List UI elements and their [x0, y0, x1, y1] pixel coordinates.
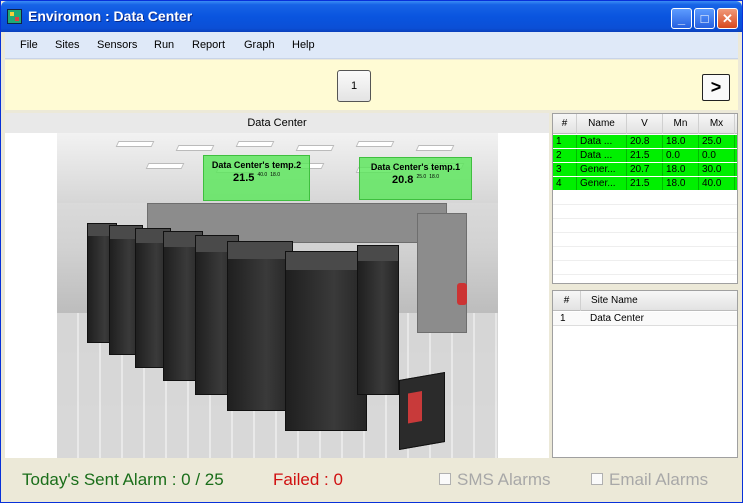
- ceiling-light: [355, 141, 395, 147]
- cell-min: 18.0: [663, 135, 699, 148]
- col-max[interactable]: Mx: [699, 114, 735, 134]
- col-index[interactable]: #: [553, 114, 577, 134]
- empty-row-line: [553, 260, 737, 261]
- server-rack: [285, 251, 367, 431]
- sensor-value-text: 21.5: [232, 172, 255, 184]
- site-view-panel: Data Center Data Center's temp.2 21.5 40…: [5, 113, 549, 458]
- cell-name: Gener...: [577, 163, 627, 176]
- menu-run[interactable]: Run: [154, 39, 174, 51]
- app-window: Enviromon : Data Center _ □ ✕ File Sites…: [0, 0, 743, 503]
- cell-max: 25.0: [699, 135, 735, 148]
- table-row[interactable]: 1 Data ... 20.8 18.0 25.0: [553, 135, 737, 148]
- data-center-photo: Data Center's temp.2 21.5 40.0 18.0 Data…: [57, 133, 498, 458]
- cell-name: Gener...: [577, 177, 627, 190]
- maximize-button[interactable]: □: [694, 8, 715, 29]
- cell-value: 21.5: [627, 177, 663, 190]
- col-value[interactable]: V: [627, 114, 663, 134]
- sms-alarms-label: SMS Alarms: [457, 470, 551, 489]
- sensor-table[interactable]: # Name V Mn Mx 1 Data ... 20.8 18.0 25.0…: [552, 113, 738, 284]
- window-title: Enviromon : Data Center: [28, 8, 193, 24]
- cell-site-name: Data Center: [590, 313, 644, 324]
- table-row[interactable]: 2 Data ... 21.5 0.0 0.0: [553, 149, 737, 162]
- fire-extinguisher: [457, 283, 467, 305]
- sensor-min-text: 18.0: [270, 172, 280, 178]
- app-icon: [7, 9, 22, 24]
- menu-sites[interactable]: Sites: [55, 39, 79, 51]
- failed-alarm-count: Failed : 0: [273, 470, 343, 489]
- page-1-button[interactable]: 1: [337, 70, 371, 102]
- sensor-overlay-temp2[interactable]: Data Center's temp.2 21.5 40.0 18.0: [203, 155, 310, 201]
- col-site-name[interactable]: Site Name: [581, 291, 737, 311]
- menu-bar: File Sites Sensors Run Report Graph Help: [5, 32, 738, 59]
- ceiling-light: [235, 141, 275, 147]
- empty-row-line: [553, 246, 737, 247]
- minimize-button[interactable]: _: [671, 8, 692, 29]
- cell-name: Data ...: [577, 149, 627, 162]
- cell-min: 0.0: [663, 149, 699, 162]
- sensor-value-text: 20.8: [391, 174, 414, 186]
- menu-report[interactable]: Report: [192, 39, 225, 51]
- empty-row-line: [553, 274, 737, 275]
- col-name[interactable]: Name: [577, 114, 627, 134]
- server-rack: [357, 245, 399, 395]
- email-alarms-label: Email Alarms: [609, 470, 709, 489]
- empty-row-line: [553, 204, 737, 205]
- cell-index: 3: [553, 163, 577, 176]
- table-row[interactable]: 3 Gener... 20.7 18.0 30.0: [553, 163, 737, 176]
- cell-min: 18.0: [663, 177, 699, 190]
- title-bar[interactable]: Enviromon : Data Center _ □ ✕: [1, 1, 742, 32]
- site-table[interactable]: # Site Name 1 Data Center: [552, 290, 738, 458]
- sensor-overlay-value: 21.5 40.0 18.0: [204, 172, 309, 184]
- cell-value: 20.8: [627, 135, 663, 148]
- table-row[interactable]: 4 Gener... 21.5 18.0 40.0: [553, 177, 737, 190]
- sensor-table-header: # Name V Mn Mx: [553, 114, 737, 134]
- cell-min: 18.0: [663, 163, 699, 176]
- col-min[interactable]: Mn: [663, 114, 699, 134]
- sensor-overlay-name: Data Center's temp.1: [370, 162, 461, 172]
- right-rack-row: [417, 213, 467, 333]
- sensor-overlay-value: 20.8 25.0 18.0: [360, 174, 471, 186]
- next-page-button[interactable]: >: [702, 74, 730, 101]
- cell-index: 2: [553, 149, 577, 162]
- menu-help[interactable]: Help: [292, 39, 315, 51]
- cell-max: 40.0: [699, 177, 735, 190]
- cell-site-index: 1: [560, 313, 566, 324]
- menu-file[interactable]: File: [20, 39, 38, 51]
- ceiling-light: [415, 145, 455, 151]
- empty-row-line: [553, 218, 737, 219]
- menu-graph[interactable]: Graph: [244, 39, 275, 51]
- cell-name: Data ...: [577, 135, 627, 148]
- ceiling-light: [295, 145, 335, 151]
- cell-max: 30.0: [699, 163, 735, 176]
- cell-index: 1: [553, 135, 577, 148]
- control-unit: [399, 371, 445, 451]
- server-rack: [227, 241, 293, 411]
- cell-max: 0.0: [699, 149, 735, 162]
- cell-index: 4: [553, 177, 577, 190]
- sensor-overlay-temp1[interactable]: Data Center's temp.1 20.8 25.0 18.0: [359, 157, 472, 200]
- email-alarms-checkbox[interactable]: [591, 473, 603, 485]
- cell-value: 21.5: [627, 149, 663, 162]
- sensor-overlay-name: Data Center's temp.2: [211, 160, 302, 170]
- site-table-header: # Site Name: [553, 291, 737, 311]
- close-button[interactable]: ✕: [717, 8, 738, 29]
- status-bar: Today's Sent Alarm : 0 / 25 Failed : 0 S…: [5, 458, 738, 500]
- ceiling-light: [115, 141, 155, 147]
- ceiling-light: [145, 163, 185, 169]
- sensor-min-text: 18.0: [429, 174, 439, 180]
- sensor-max-text: 40.0: [257, 172, 268, 178]
- sent-alarm-count: Today's Sent Alarm : 0 / 25: [22, 470, 224, 489]
- ceiling-light: [175, 145, 215, 151]
- col-site-index[interactable]: #: [553, 291, 581, 311]
- cell-value: 20.7: [627, 163, 663, 176]
- sms-alarms-checkbox[interactable]: [439, 473, 451, 485]
- site-view-title: Data Center: [5, 113, 549, 133]
- page-toolbar: 1 >: [5, 60, 738, 110]
- sensor-max-text: 25.0: [416, 174, 427, 180]
- menu-sensors[interactable]: Sensors: [97, 39, 137, 51]
- empty-row-line: [553, 232, 737, 233]
- table-row[interactable]: 1 Data Center: [553, 312, 737, 326]
